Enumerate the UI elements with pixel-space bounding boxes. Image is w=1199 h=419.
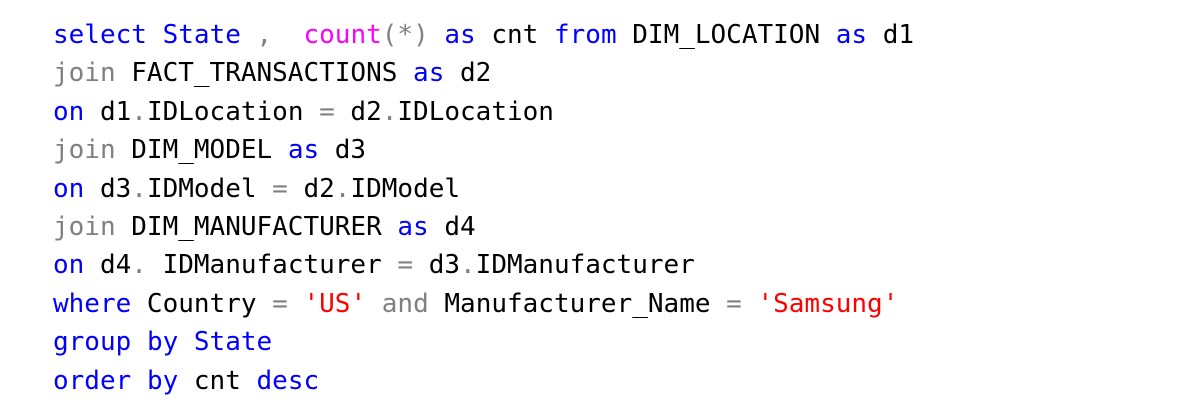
code-token: join: [53, 211, 116, 242]
code-token: on: [53, 250, 85, 281]
code-token: by: [146, 365, 179, 396]
code-token: d2: [287, 173, 335, 204]
code-line: on d4. IDManufacturer = d3.IDManufacture…: [53, 246, 914, 284]
code-token: as: [397, 211, 429, 242]
code-token: (*): [381, 20, 429, 50]
code-token: d4: [428, 211, 476, 242]
code-token: by: [146, 327, 179, 358]
code-token: .: [131, 96, 147, 127]
code-token: =: [272, 288, 288, 319]
code-token: .: [381, 96, 398, 127]
code-token: Manufacturer_Name: [428, 288, 727, 319]
code-token: DIM_LOCATION: [616, 20, 836, 50]
code-token: =: [397, 250, 414, 281]
code-token: DIM_MODEL: [115, 135, 288, 166]
code-token: as: [413, 58, 445, 89]
code-token: IDManufacturer: [475, 250, 695, 281]
code-token: d3: [319, 135, 367, 166]
code-token: join: [53, 135, 116, 166]
code-token: IDLocation: [146, 96, 320, 127]
code-token: d2: [334, 96, 382, 127]
code-token: desc: [256, 365, 320, 396]
code-line: join FACT_TRANSACTIONS as d2: [53, 54, 914, 92]
code-token: d1: [867, 20, 915, 50]
code-token: IDManufacturer: [146, 250, 398, 281]
code-token: order: [53, 365, 132, 396]
code-token: .: [131, 173, 147, 204]
code-token: =: [272, 173, 288, 204]
code-token: as: [287, 135, 320, 166]
code-token: on: [53, 96, 85, 127]
sql-code[interactable]: select State , count(*) as cnt from DIM_…: [53, 16, 914, 400]
code-token: count: [303, 20, 382, 50]
code-token: as: [835, 20, 868, 50]
code-token: IDModel: [350, 173, 461, 204]
code-token: ,: [256, 20, 273, 50]
code-token: State: [193, 327, 273, 358]
code-token: 'Samsung': [757, 288, 899, 319]
code-token: 'US': [303, 288, 367, 319]
code-line: group by State: [53, 323, 914, 361]
code-line: join DIM_MODEL as d3: [53, 131, 914, 169]
code-token: State: [162, 20, 241, 50]
code-token: from: [553, 20, 617, 50]
code-token: cnt: [178, 365, 257, 396]
code-token: d4: [84, 250, 132, 281]
code-token: .: [131, 250, 147, 281]
code-token: .: [460, 250, 476, 281]
code-token: DIM_MANUFACTURER: [115, 211, 398, 242]
code-line: join DIM_MANUFACTURER as d4: [53, 208, 914, 246]
code-line: on d1.IDLocation = d2.IDLocation: [53, 93, 914, 131]
code-token: d3: [84, 173, 132, 204]
code-token: select: [53, 20, 147, 50]
code-token: d1: [84, 96, 132, 127]
code-line: select State , count(*) as cnt from DIM_…: [53, 16, 914, 54]
code-token: group: [53, 327, 132, 358]
code-token: and: [381, 288, 429, 319]
code-token: =: [726, 288, 742, 319]
code-token: cnt: [475, 20, 554, 50]
code-token: .: [334, 173, 351, 204]
code-token: on: [53, 173, 85, 204]
code-token: Country: [131, 288, 273, 319]
code-token: where: [53, 288, 132, 319]
code-token: IDLocation: [397, 96, 554, 127]
code-token: as: [444, 20, 476, 50]
code-token: d2: [444, 58, 492, 89]
sql-editor[interactable]: select State , count(*) as cnt from DIM_…: [0, 0, 1199, 419]
code-token: IDModel: [146, 173, 273, 204]
code-line: where Country = 'US' and Manufacturer_Na…: [53, 285, 914, 323]
code-line: on d3.IDModel = d2.IDModel: [53, 170, 914, 208]
code-token: d3: [413, 250, 461, 281]
code-line: order by cnt desc: [53, 362, 914, 400]
code-token: =: [319, 96, 335, 127]
code-token: join: [53, 58, 116, 89]
code-token: FACT_TRANSACTIONS: [115, 58, 414, 89]
